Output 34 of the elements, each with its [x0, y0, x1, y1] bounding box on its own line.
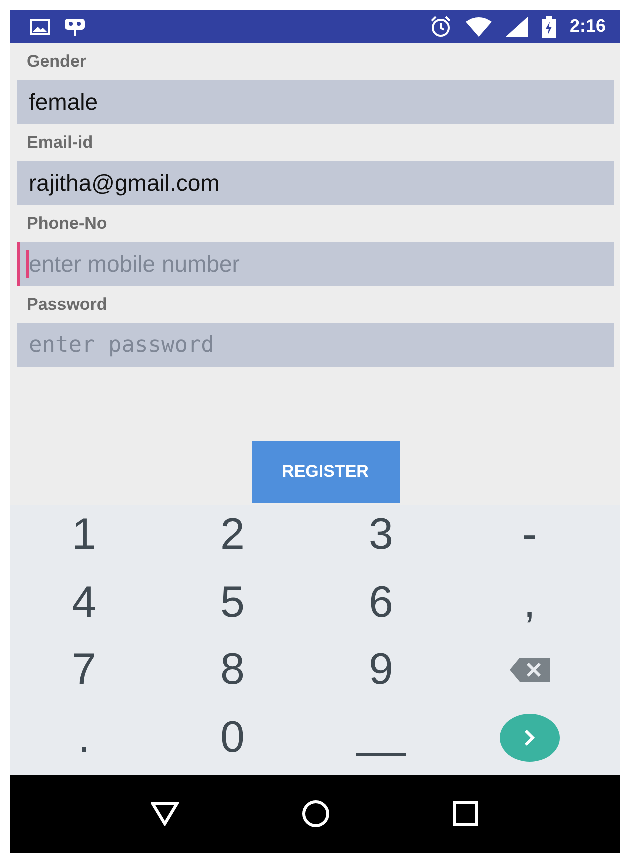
field-label: Password — [26, 294, 108, 316]
keyboard-key[interactable]: 5 — [206, 572, 259, 632]
field-label: Phone-No — [26, 212, 108, 234]
keyboard-key[interactable]: 9 — [355, 640, 408, 700]
backspace-icon — [510, 658, 550, 682]
home-icon — [302, 800, 330, 828]
battery-icon — [542, 16, 556, 38]
field-label: Email-id — [26, 132, 94, 154]
keyboard-key[interactable]: 2 — [206, 505, 259, 565]
keyboard-key[interactable]: 3 — [355, 505, 408, 565]
keyboard-key[interactable]: 1 — [58, 505, 110, 565]
input-field[interactable]: enter mobile number — [17, 242, 614, 286]
back-icon — [151, 802, 180, 826]
signal-icon — [506, 16, 528, 36]
keyboard-key[interactable]: 4 — [58, 572, 110, 632]
keyboard-key[interactable]: 6 — [355, 572, 408, 632]
alarm-icon — [430, 16, 452, 38]
keyboard-key[interactable]: 0 — [206, 708, 259, 768]
square-icon — [452, 801, 479, 827]
space-icon — [356, 753, 406, 756]
chevron-right-icon — [500, 714, 560, 762]
field-label: Gender — [26, 50, 88, 72]
image-icon — [30, 18, 50, 34]
keyboard-key[interactable]: , — [510, 572, 550, 632]
input-field[interactable]: enter password — [17, 323, 614, 367]
keyboard-key[interactable]: 8 — [206, 640, 259, 700]
robot-icon — [64, 16, 86, 36]
keyboard-key[interactable]: 7 — [58, 640, 110, 700]
keyboard-key[interactable]: - — [508, 505, 552, 565]
keyboard-key[interactable]: . — [64, 708, 104, 768]
wifi-icon — [466, 16, 492, 36]
input-field[interactable]: rajitha@gmail.com — [17, 161, 614, 205]
clock-time: 2:16 — [570, 16, 606, 37]
input-field[interactable]: female — [17, 80, 614, 124]
